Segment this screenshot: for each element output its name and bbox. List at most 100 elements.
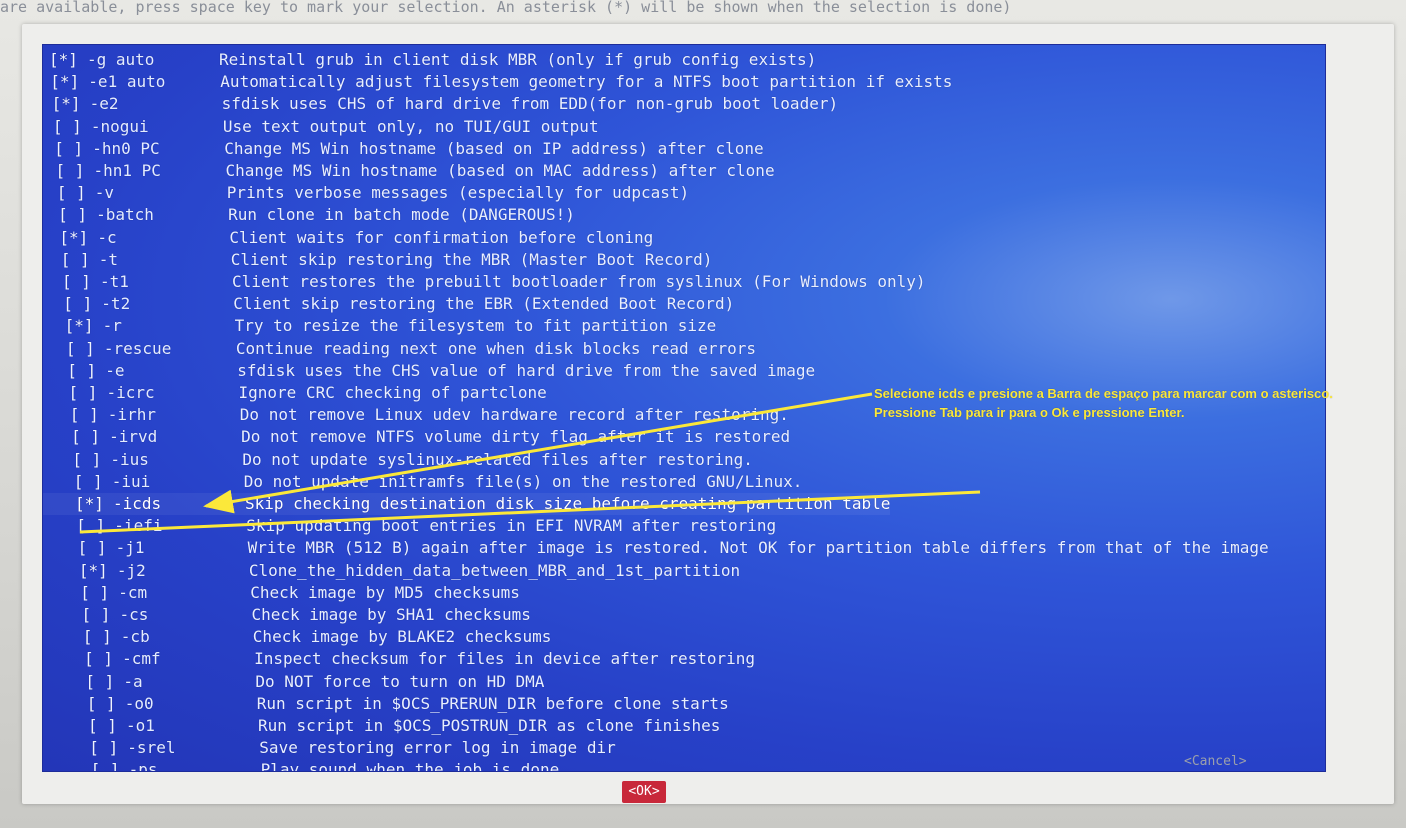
option-checkbox[interactable]: [ ]	[56, 160, 94, 182]
option-flag: -batch	[96, 205, 154, 225]
option-checkbox[interactable]: [ ]	[80, 582, 118, 604]
option-row[interactable]: [ ] -ps Play sound when the job is done	[43, 759, 560, 772]
option-checkbox[interactable]: [ ]	[70, 404, 108, 426]
option-row[interactable]: [ ] -a Do NOT force to turn on HD DMA	[43, 671, 544, 693]
option-checkbox[interactable]: [ ]	[53, 116, 91, 138]
option-checkbox[interactable]: [ ]	[84, 648, 122, 670]
option-flag: -j2	[116, 560, 146, 580]
cancel-button[interactable]: <Cancel>	[1184, 754, 1247, 769]
option-checkbox[interactable]: [ ]	[66, 338, 104, 360]
option-checkbox[interactable]: [*]	[50, 71, 88, 93]
option-row[interactable]: [ ] -v Prints verbose messages (especially…	[43, 182, 689, 204]
option-row[interactable]: [ ] -cm Check image by MD5 checksums	[43, 582, 520, 604]
option-checkbox[interactable]: [ ]	[87, 693, 125, 715]
option-checkbox[interactable]: [ ]	[69, 382, 107, 404]
option-checkbox[interactable]: [ ]	[85, 671, 123, 693]
option-row[interactable]: [ ] -irhr Do not remove Linux udev hardwar…	[43, 404, 789, 426]
option-checkbox[interactable]: [ ]	[63, 293, 101, 315]
option-row[interactable]: [*] -e1 auto Automatically adjust filesyst…	[43, 71, 952, 93]
option-row[interactable]: [ ] -t1 Client restores the prebuilt bootl…	[43, 271, 926, 293]
option-checkbox[interactable]: [ ]	[91, 759, 129, 771]
option-row[interactable]: [ ] -icrc Ignore CRC checking of partclone	[43, 382, 547, 404]
option-flag: -cmf	[122, 649, 161, 669]
option-checkbox[interactable]: [ ]	[83, 626, 121, 648]
option-checkbox[interactable]: [*]	[75, 493, 113, 515]
option-row[interactable]: [ ] -cs Check image by SHA1 checksums	[43, 604, 531, 626]
ok-button[interactable]: <OK>	[622, 781, 666, 803]
option-checkbox[interactable]: [ ]	[74, 471, 112, 493]
option-description: Client skip restoring the EBR (Extended …	[233, 294, 735, 314]
option-checkbox[interactable]: [ ]	[62, 271, 100, 293]
option-row[interactable]: [ ] -iefi Skip updating boot entries in EF…	[43, 515, 776, 537]
option-description: Do not update initramfs file(s) on the r…	[243, 471, 803, 491]
option-row[interactable]: [ ] -e sfdisk uses the CHS value of hard d…	[43, 360, 815, 382]
option-description: Run script in $OCS_POSTRUN_DIR as clone …	[258, 716, 721, 735]
option-row[interactable]: [*] -r Try to resize the filesystem to fit…	[43, 315, 717, 337]
option-flag: -hn0 PC	[92, 138, 160, 158]
option-row[interactable]: [*] -j2 Clone_the_hidden_data_between_MBR_…	[43, 560, 740, 582]
option-row[interactable]: [ ] -irvd Do not remove NTFS volume dirty …	[43, 426, 790, 448]
option-row[interactable]: [ ] -t2 Client skip restoring the EBR (Ext…	[43, 293, 734, 315]
option-row[interactable]: [ ] -cb Check image by BLAKE2 checksums	[43, 626, 552, 648]
option-description: Prints verbose messages (especially for …	[226, 183, 690, 203]
option-row[interactable]: [ ] -j1 Write MBR (512 B) again after imag…	[43, 537, 1269, 559]
option-flag: -iefi	[114, 516, 163, 536]
option-description: sfdisk uses CHS of hard drive from EDD(f…	[221, 94, 839, 114]
option-checkbox[interactable]: [ ]	[71, 426, 109, 448]
option-row[interactable]: [ ] -srel Save restoring error log in imag…	[43, 737, 616, 759]
option-description: sfdisk uses the CHS value of hard drive …	[237, 360, 816, 380]
option-row[interactable]: [ ] -t Client skip restoring the MBR (Mast…	[43, 249, 713, 271]
option-description: Check image by MD5 checksums	[250, 582, 520, 602]
option-row[interactable]: [ ] -nogui Use text output only, no TUI/GU…	[43, 116, 599, 138]
option-description: Ignore CRC checking of partclone	[238, 383, 547, 402]
option-flag: -a	[123, 671, 143, 691]
option-flag: -rescue	[103, 338, 172, 358]
option-checkbox[interactable]: [ ]	[57, 182, 95, 204]
option-row[interactable]: [ ] -o0 Run script in $OCS_PRERUN_DIR befo…	[43, 693, 729, 715]
option-checkbox[interactable]: [*]	[52, 93, 90, 115]
option-checkbox[interactable]: [*]	[49, 49, 87, 71]
option-flag: -c	[97, 227, 117, 247]
option-flag: -e2	[89, 94, 119, 114]
option-row[interactable]: [ ] -iui Do not update initramfs file(s) o…	[43, 471, 803, 493]
option-checkbox[interactable]: [ ]	[72, 449, 110, 471]
option-row[interactable]: [ ] -o1 Run script in $OCS_POSTRUN_DIR as …	[43, 715, 720, 737]
option-checkbox[interactable]: [ ]	[61, 249, 99, 271]
option-description: Continue reading next one when disk bloc…	[235, 338, 757, 358]
option-checkbox[interactable]: [ ]	[67, 360, 105, 382]
option-row[interactable]: [ ] -hn0 PC Change MS Win hostname (based …	[43, 138, 764, 160]
option-checkbox[interactable]: [*]	[65, 315, 103, 337]
option-row[interactable]: [ ] -cmf Inspect checksum for files in dev…	[43, 648, 755, 670]
option-row[interactable]: [ ] -rescue Continue reading next one when…	[43, 338, 756, 360]
option-row[interactable]: [*] -e2 sfdisk uses CHS of hard drive from…	[43, 93, 839, 115]
option-checkbox[interactable]: [ ]	[76, 515, 114, 537]
option-checkbox[interactable]: [ ]	[82, 604, 120, 626]
option-description: Try to resize the filesystem to fit part…	[234, 316, 717, 336]
option-checkbox[interactable]: [ ]	[78, 537, 116, 559]
option-row[interactable]: [ ] -batch Run clone in batch mode (DANGER…	[43, 204, 575, 226]
option-checkbox[interactable]: [*]	[79, 560, 117, 582]
option-checkbox[interactable]: [ ]	[54, 138, 92, 160]
option-row[interactable]: [*] -c Client waits for confirmation befor…	[43, 227, 653, 249]
option-row[interactable]: [ ] -hn1 PC Change MS Win hostname (based …	[43, 160, 775, 182]
option-flag: -o0	[124, 693, 154, 713]
option-description: Client waits for confirmation before clo…	[229, 227, 654, 247]
option-checkbox[interactable]: [*]	[59, 227, 97, 249]
option-flag: -srel	[127, 738, 176, 758]
option-row[interactable]: [ ] -ius Do not update syslinux-related fi…	[43, 449, 753, 471]
option-description: Run script in $OCS_PRERUN_DIR before clo…	[256, 693, 729, 713]
option-row[interactable]: [*] -g auto Reinstall grub in client disk …	[43, 49, 816, 71]
option-description: Client skip restoring the MBR (Master Bo…	[230, 249, 713, 269]
option-flag: -hn1 PC	[93, 161, 161, 180]
option-description: Do NOT force to turn on HD DMA	[255, 671, 545, 691]
option-flag: -cs	[119, 605, 149, 624]
option-description: Inspect checksum for files in device aft…	[254, 649, 755, 669]
option-description: Change MS Win hostname (based on IP addr…	[224, 138, 764, 158]
option-checkbox[interactable]: [ ]	[58, 204, 96, 226]
option-description: Save restoring error log in image dir	[259, 738, 616, 758]
option-description: Play sound when the job is done	[260, 760, 560, 772]
option-checkbox[interactable]: [ ]	[89, 737, 127, 759]
option-row[interactable]: [*] -icds Skip checking destination disk s…	[43, 493, 891, 515]
option-checkbox[interactable]: [ ]	[88, 715, 126, 737]
option-description: Do not remove Linux udev hardware record…	[239, 405, 789, 425]
